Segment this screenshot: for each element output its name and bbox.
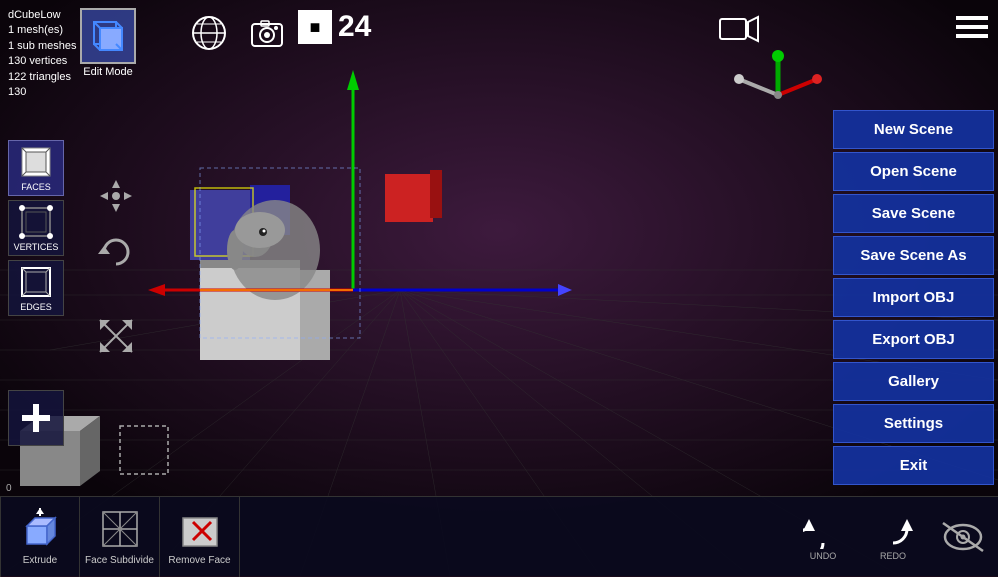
redo-button[interactable]: REDO — [858, 497, 928, 577]
orientation-widget — [733, 50, 823, 140]
triangle-count: 122 triangles — [8, 71, 71, 83]
settings-button[interactable]: Settings — [833, 404, 994, 443]
face-subdivide-label: Face Subdivide — [85, 555, 154, 566]
left-sidebar: FACES VERTICES EDGES — [8, 140, 64, 316]
selection-indicator — [118, 424, 170, 476]
globe-icon[interactable] — [190, 14, 228, 57]
gallery-button[interactable]: Gallery — [833, 362, 994, 401]
right-menu-panel: New Scene Open Scene Save Scene Save Sce… — [833, 110, 998, 485]
info-panel: dCubeLow 1 mesh(es) 1 sub meshes 130 ver… — [8, 8, 76, 100]
save-scene-as-button[interactable]: Save Scene As — [833, 236, 994, 275]
new-scene-button[interactable]: New Scene — [833, 110, 994, 149]
exit-button[interactable]: Exit — [833, 446, 994, 485]
remove-face-tool[interactable]: Remove Face — [160, 497, 240, 577]
frame-counter: ■ 24 — [298, 10, 371, 44]
vertices-label: VERTICES — [14, 242, 59, 252]
extrude-label: Extrude — [23, 555, 57, 566]
coordinate-bar: 0 — [0, 481, 18, 496]
undo-button[interactable]: UNDO — [788, 497, 858, 577]
screenshot-icon[interactable] — [248, 14, 286, 57]
sub-mesh-count: 1 sub meshes — [8, 40, 76, 52]
undo-label: UNDO — [810, 551, 837, 561]
edit-mode-label: Edit Mode — [83, 66, 133, 78]
edges-label: EDGES — [20, 302, 52, 312]
coord-value: 0 — [6, 483, 12, 494]
mesh-count: 1 mesh(es) — [8, 24, 63, 36]
hamburger-menu-icon[interactable] — [950, 8, 994, 51]
add-object-button[interactable] — [8, 390, 64, 446]
faces-label: FACES — [21, 182, 51, 192]
extrude-tool[interactable]: Extrude — [0, 497, 80, 577]
face-subdivide-tool[interactable]: Face Subdivide — [80, 497, 160, 577]
mesh-name: dCubeLow — [8, 9, 61, 21]
frame-number: 24 — [338, 10, 371, 44]
move-icon[interactable] — [98, 178, 134, 219]
import-obj-button[interactable]: Import OBJ — [833, 278, 994, 317]
bottom-toolbar: Extrude Face Subdivide — [0, 496, 998, 576]
edges-mode-button[interactable]: EDGES — [8, 260, 64, 316]
edit-mode-icon[interactable] — [80, 8, 136, 64]
faces-mode-button[interactable]: FACES — [8, 140, 64, 196]
save-scene-button[interactable]: Save Scene — [833, 194, 994, 233]
video-camera-icon[interactable] — [718, 14, 760, 49]
extra-count: 130 — [8, 86, 26, 98]
scale-icon[interactable] — [96, 316, 136, 361]
frame-box: ■ — [298, 10, 332, 44]
rotate-icon[interactable] — [96, 232, 136, 277]
export-obj-button[interactable]: Export OBJ — [833, 320, 994, 359]
open-scene-button[interactable]: Open Scene — [833, 152, 994, 191]
vertices-mode-button[interactable]: VERTICES — [8, 200, 64, 256]
remove-face-label: Remove Face — [168, 555, 230, 566]
visibility-toggle-button[interactable] — [928, 497, 998, 577]
vertex-count: 130 vertices — [8, 55, 67, 67]
redo-label: REDO — [880, 551, 906, 561]
